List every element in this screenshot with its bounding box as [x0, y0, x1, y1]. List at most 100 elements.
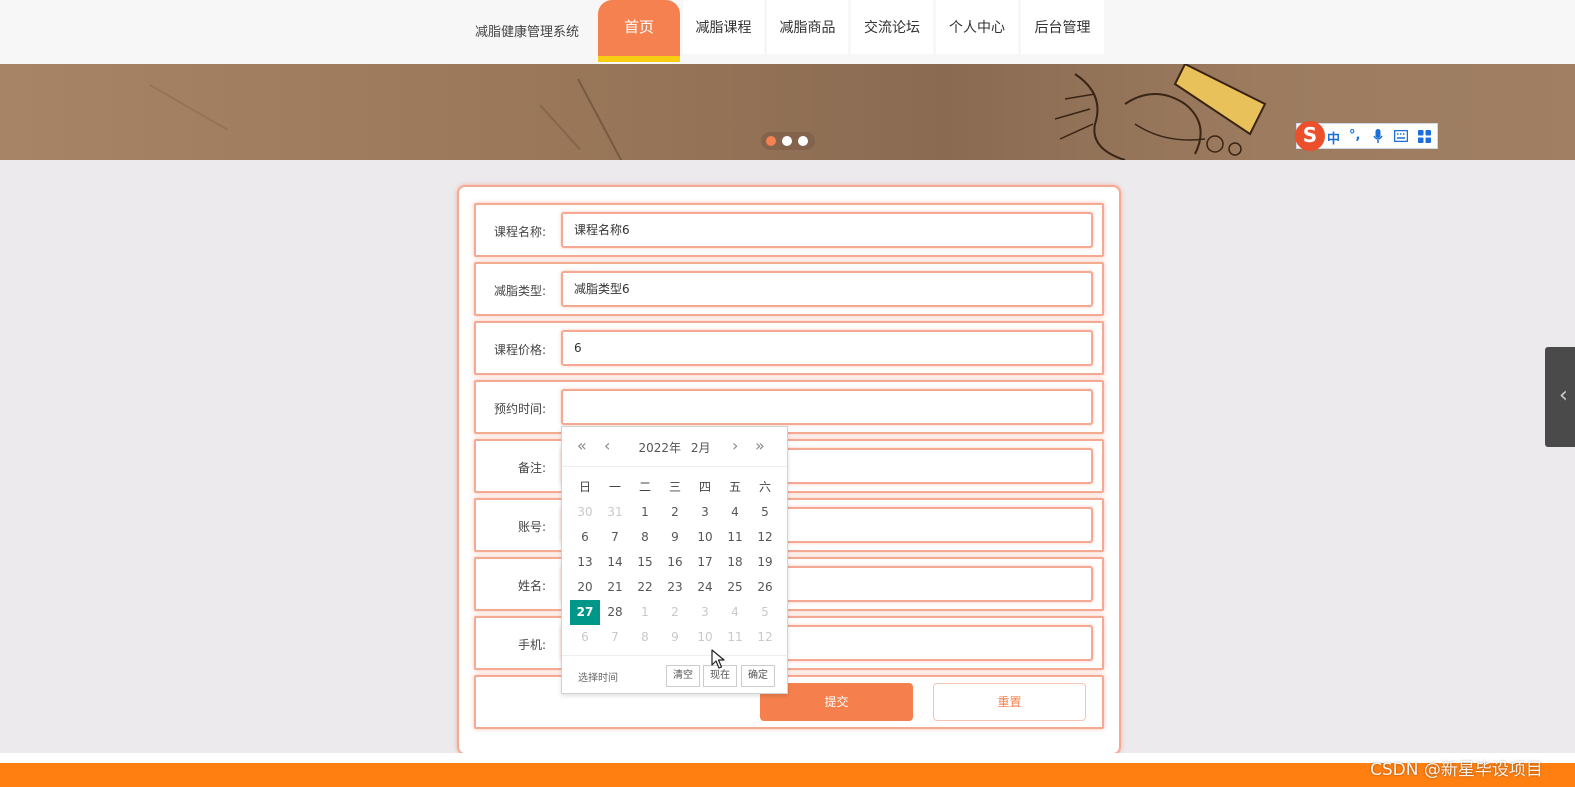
carousel-dots — [761, 132, 815, 150]
day-cell[interactable]: 16 — [660, 550, 690, 575]
day-cell[interactable]: 17 — [690, 550, 720, 575]
month-selector[interactable]: 2月 — [691, 441, 711, 455]
weekday-header: 二 — [638, 480, 651, 494]
nav-courses[interactable]: 减脂课程 — [683, 0, 764, 54]
day-cell[interactable]: 15 — [630, 550, 660, 575]
chevron-left-icon: ‹ — [1559, 383, 1568, 408]
day-cell[interactable]: 20 — [570, 575, 600, 600]
day-cell[interactable]: 1 — [630, 500, 660, 525]
course-name-input[interactable]: 课程名称6 — [561, 212, 1093, 248]
day-cell[interactable]: 31 — [600, 500, 630, 525]
clear-button[interactable]: 清空 — [666, 665, 700, 687]
day-cell[interactable]: 22 — [630, 575, 660, 600]
weekday-header: 三 — [668, 480, 681, 494]
footer-bar — [0, 763, 1575, 787]
ime-logo[interactable]: S — [1295, 121, 1325, 151]
day-cell[interactable]: 3 — [690, 600, 720, 625]
day-cell[interactable]: 10 — [690, 525, 720, 550]
nav-home[interactable]: 首页 — [598, 0, 680, 62]
carousel-dot[interactable] — [798, 136, 808, 146]
day-cell[interactable]: 7 — [600, 525, 630, 550]
watermark-text: CSDN @新星毕设项目 — [1370, 760, 1543, 780]
day-cell[interactable]: 1 — [630, 600, 660, 625]
ime-punctuation-toggle[interactable]: °, — [1349, 128, 1360, 143]
next-month-icon[interactable]: › — [732, 436, 738, 455]
carousel-dot[interactable] — [766, 136, 776, 146]
day-cell[interactable]: 3 — [690, 500, 720, 525]
account-label: 账号: — [517, 520, 546, 534]
day-cell[interactable]: 5 — [750, 500, 780, 525]
remark-label: 备注: — [517, 461, 546, 475]
type-input[interactable]: 减脂类型6 — [561, 271, 1093, 307]
banner-scratch — [539, 104, 581, 151]
day-cell[interactable]: 25 — [720, 575, 750, 600]
day-cell[interactable]: 26 — [750, 575, 780, 600]
day-cell[interactable]: 24 — [690, 575, 720, 600]
date-picker-popup: « ‹ 2022年 2月 › » 日一二三四五六 30 31 1 2 3 4 5 6 7 8 9 10 1… — [561, 426, 788, 694]
day-cell[interactable]: 11 — [720, 625, 750, 650]
weekday-header: 四 — [698, 480, 711, 494]
selected-day-cell[interactable]: 27 — [570, 600, 600, 625]
side-panel-toggle[interactable]: ‹ — [1545, 347, 1575, 447]
date-picker-header: « ‹ 2022年 2月 › » — [562, 427, 787, 467]
day-cell[interactable]: 8 — [630, 625, 660, 650]
day-cell[interactable]: 23 — [660, 575, 690, 600]
nav-products[interactable]: 减脂商品 — [767, 0, 848, 54]
site-brand: 减脂健康管理系统 — [475, 25, 580, 40]
booking-time-input[interactable] — [561, 389, 1093, 425]
nav-home-label: 首页 — [623, 18, 654, 36]
weekday-header: 五 — [728, 480, 741, 494]
select-time-link[interactable]: 选择时间 — [578, 669, 618, 684]
form-row-price: 课程价格: 6 — [474, 321, 1104, 375]
ime-chinese-toggle[interactable]: 中 — [1327, 128, 1340, 147]
price-input[interactable]: 6 — [561, 330, 1093, 366]
confirm-button[interactable]: 确定 — [741, 665, 775, 687]
ime-toolbar[interactable]: S 中 °, — [1295, 121, 1438, 151]
day-cell[interactable]: 7 — [600, 625, 630, 650]
day-cell[interactable]: 11 — [720, 525, 750, 550]
date-picker-title: 2022年 2月 — [562, 439, 787, 456]
day-cell[interactable]: 21 — [600, 575, 630, 600]
form-row-course-name: 课程名称: 课程名称6 — [474, 203, 1104, 257]
day-cell[interactable]: 12 — [750, 525, 780, 550]
day-cell[interactable]: 9 — [660, 525, 690, 550]
day-cell[interactable]: 8 — [630, 525, 660, 550]
weekday-header: 六 — [758, 480, 771, 494]
day-cell[interactable]: 4 — [720, 500, 750, 525]
day-cell[interactable]: 28 — [600, 600, 630, 625]
day-cell[interactable]: 13 — [570, 550, 600, 575]
price-label: 课程价格: — [493, 343, 546, 357]
nav-profile[interactable]: 个人中心 — [936, 0, 1018, 54]
day-cell[interactable]: 4 — [720, 600, 750, 625]
course-name-label: 课程名称: — [493, 225, 546, 239]
mic-icon[interactable] — [1373, 129, 1383, 144]
day-cell[interactable]: 10 — [690, 625, 720, 650]
banner-scratch — [149, 84, 229, 131]
year-selector[interactable]: 2022年 — [638, 441, 681, 455]
nav-products-label: 减脂商品 — [779, 20, 836, 36]
day-cell[interactable]: 2 — [660, 600, 690, 625]
page-bottom-strip — [0, 753, 1575, 763]
date-picker-footer: 选择时间 清空 现在 确定 — [562, 655, 787, 695]
day-cell[interactable]: 30 — [570, 500, 600, 525]
day-cell[interactable]: 6 — [570, 625, 600, 650]
day-cell[interactable]: 19 — [750, 550, 780, 575]
day-cell[interactable]: 9 — [660, 625, 690, 650]
phone-label: 手机: — [517, 638, 546, 652]
hero-banner: S 中 °, — [0, 64, 1575, 160]
next-year-icon[interactable]: » — [755, 436, 765, 455]
keyboard-icon[interactable] — [1394, 130, 1408, 142]
nav-admin[interactable]: 后台管理 — [1021, 0, 1104, 54]
day-cell[interactable]: 5 — [750, 600, 780, 625]
day-cell[interactable]: 6 — [570, 525, 600, 550]
nav-forum[interactable]: 交流论坛 — [851, 0, 933, 54]
day-cell[interactable]: 18 — [720, 550, 750, 575]
weekday-header: 日 — [578, 480, 591, 494]
day-cell[interactable]: 14 — [600, 550, 630, 575]
day-cell[interactable]: 12 — [750, 625, 780, 650]
reset-button[interactable]: 重置 — [933, 683, 1086, 721]
grid-icon[interactable] — [1418, 130, 1431, 143]
day-cell[interactable]: 2 — [660, 500, 690, 525]
banner-illustration — [1054, 64, 1267, 160]
carousel-dot[interactable] — [782, 136, 792, 146]
